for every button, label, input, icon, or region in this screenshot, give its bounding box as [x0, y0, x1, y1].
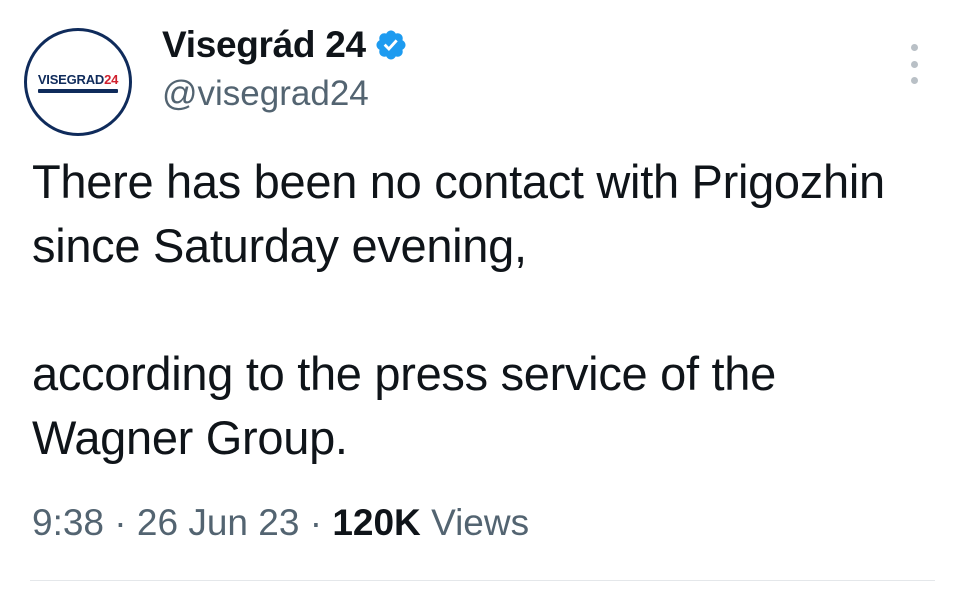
more-vertical-icon-dot: [910, 60, 918, 68]
verified-badge-icon: [376, 30, 406, 60]
author-display-name[interactable]: Visegrád 24: [162, 24, 366, 66]
avatar-logo-text: VISEGRAD: [37, 71, 105, 87]
avatar-logo: VISEGRAD24: [37, 71, 119, 87]
avatar[interactable]: VISEGRAD24: [24, 28, 132, 136]
views-label: Views: [431, 502, 530, 543]
tweet-text: There has been no contact with Prigozhin…: [32, 150, 932, 470]
author-name-row: Visegrád 24: [162, 24, 408, 66]
more-options-button[interactable]: [900, 44, 928, 84]
tweet-date[interactable]: 26 Jun 23: [137, 502, 300, 543]
avatar-logo-accent: 24: [104, 71, 119, 87]
tweet-paragraph: There has been no contact with Prigozhin…: [32, 155, 885, 272]
more-vertical-icon-dot: [910, 77, 918, 84]
tweet-time[interactable]: 9:38: [32, 502, 104, 543]
meta-separator: ·: [309, 502, 323, 543]
avatar-logo-bar: [38, 88, 118, 93]
tweet-meta: 9:38 · 26 Jun 23 · 120K Views: [32, 502, 529, 544]
more-vertical-icon-dot: [910, 44, 918, 51]
meta-separator: ·: [114, 502, 127, 543]
tweet-paragraph: according to the press service of the Wa…: [32, 347, 776, 464]
author-handle[interactable]: @visegrad24: [162, 74, 369, 114]
views-count: 120K: [332, 502, 421, 543]
divider: [30, 580, 935, 581]
